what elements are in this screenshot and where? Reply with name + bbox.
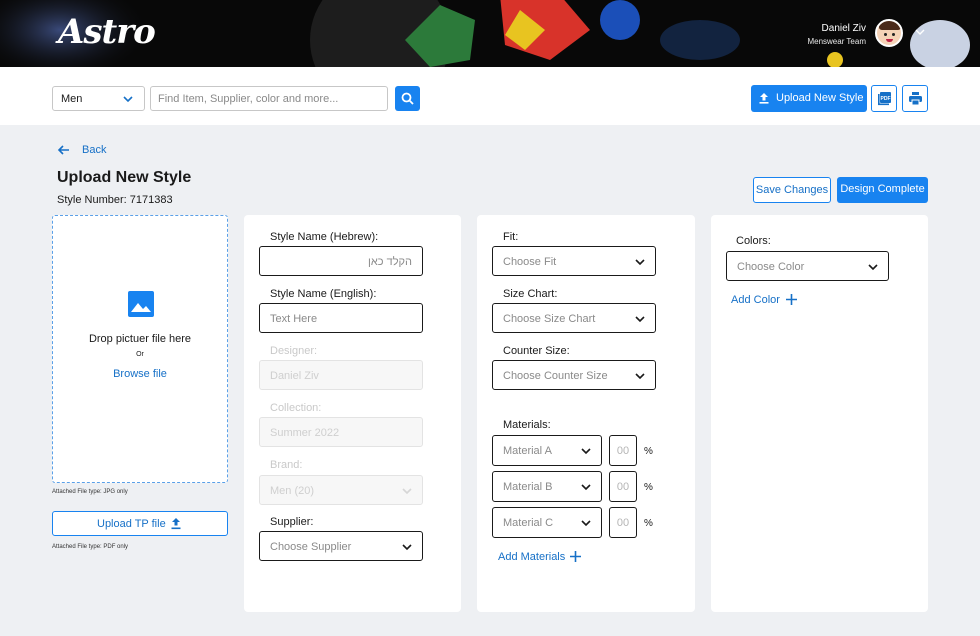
save-changes-button[interactable]: Save Changes: [753, 177, 831, 203]
page-title: Upload New Style: [57, 169, 192, 186]
chevron-down-icon: [581, 484, 591, 491]
chevron-down-icon: [635, 259, 645, 266]
material-name: Material B: [503, 481, 553, 493]
chevron-down-icon: [123, 96, 133, 103]
gender-select-value: Men: [61, 93, 83, 105]
material-percent-input[interactable]: 00: [609, 507, 637, 538]
material-name: Material A: [503, 445, 552, 457]
avatar[interactable]: [875, 19, 903, 47]
upload-new-style-label: Upload New Style: [776, 92, 864, 104]
design-complete-button[interactable]: Design Complete: [837, 177, 928, 203]
or-text: Or: [136, 351, 144, 358]
size-chart-select[interactable]: Choose Size Chart: [492, 303, 656, 333]
collection-label: Collection:: [270, 402, 322, 414]
percent-symbol: %: [644, 482, 653, 493]
color-placeholder: Choose Color: [737, 261, 805, 273]
image-dropzone[interactable]: Drop pictuer file here Or Browse file: [52, 215, 228, 483]
drop-text: Drop pictuer file here: [88, 333, 192, 345]
user-team: Menswear Team: [807, 37, 866, 46]
add-color-label: Add Color: [731, 294, 780, 306]
user-info: Daniel Ziv Menswear Team: [807, 23, 866, 46]
gender-select[interactable]: Men: [52, 86, 145, 111]
upload-tp-button[interactable]: Upload TP file: [52, 511, 228, 536]
counter-size-select[interactable]: Choose Counter Size: [492, 360, 656, 390]
size-chart-placeholder: Choose Size Chart: [503, 313, 596, 325]
pdf-button[interactable]: PDF: [871, 85, 897, 112]
material-percent-input[interactable]: 00: [609, 471, 637, 502]
chevron-down-icon: [402, 544, 412, 551]
style-name-english-field[interactable]: Text Here: [259, 303, 423, 333]
style-details-card: Style Name (Hebrew): הקלד כאן Style Name…: [244, 215, 461, 612]
search-button[interactable]: [395, 86, 420, 111]
plus-icon: [786, 294, 797, 305]
print-button[interactable]: [902, 85, 928, 112]
collection-field: Summer 2022: [259, 417, 423, 447]
supplier-placeholder: Choose Supplier: [270, 541, 352, 553]
arrow-left-icon: [57, 145, 69, 155]
upload-icon: [171, 518, 181, 530]
materials-label: Materials:: [503, 419, 551, 431]
fit-placeholder: Choose Fit: [503, 256, 557, 268]
brand-select: Men (20): [259, 475, 423, 505]
add-color-link[interactable]: Add Color: [731, 294, 797, 306]
image-icon: [128, 291, 154, 317]
toolbar: Men Find Item, Supplier, color and more.…: [0, 67, 980, 125]
chevron-down-icon: [635, 316, 645, 323]
image-filetype-note: Attached File type: JPG only: [52, 489, 128, 495]
chevron-down-icon: [581, 520, 591, 527]
fit-select[interactable]: Choose Fit: [492, 246, 656, 276]
supplier-select[interactable]: Choose Supplier: [259, 531, 423, 561]
brand-label: Brand:: [270, 459, 303, 471]
browse-file-link[interactable]: Browse file: [53, 368, 227, 380]
chevron-down-icon: [868, 264, 878, 271]
material-percent-input[interactable]: 00: [609, 435, 637, 466]
material-name: Material C: [503, 517, 554, 529]
designer-label: Designer:: [270, 345, 318, 357]
search-icon: [401, 92, 414, 105]
user-name: Daniel Ziv: [821, 23, 866, 34]
plus-icon: [570, 551, 581, 562]
header-banner: Astro Daniel Ziv Menswear Team: [0, 0, 980, 67]
svg-text:PDF: PDF: [881, 96, 891, 102]
tp-filetype-note: Attached File type: PDF only: [52, 544, 129, 550]
upload-new-style-button[interactable]: Upload New Style: [751, 85, 867, 112]
chevron-down-icon[interactable]: [915, 27, 925, 37]
print-icon: [909, 92, 922, 106]
search-input[interactable]: Find Item, Supplier, color and more...: [150, 86, 388, 111]
style-name-english-label: Style Name (English):: [270, 288, 377, 300]
upload-tp-label: Upload TP file: [97, 518, 166, 530]
fit-materials-card: Fit: Choose Fit Size Chart: Choose Size …: [477, 215, 695, 612]
percent-symbol: %: [644, 446, 653, 457]
colors-card: Colors: Choose Color Add Color: [711, 215, 928, 612]
back-label: Back: [82, 144, 107, 156]
style-name-hebrew-field[interactable]: הקלד כאן: [259, 246, 423, 276]
size-chart-label: Size Chart:: [503, 288, 558, 300]
material-select[interactable]: Material A: [492, 435, 602, 466]
brand-logo[interactable]: Astro: [58, 12, 156, 52]
designer-field: Daniel Ziv: [259, 360, 423, 390]
supplier-label: Supplier:: [270, 516, 314, 528]
brand-value: Men (20): [270, 485, 315, 497]
material-select[interactable]: Material C: [492, 507, 602, 538]
add-materials-label: Add Materials: [498, 551, 566, 563]
style-name-hebrew-label: Style Name (Hebrew):: [270, 231, 379, 243]
chevron-down-icon: [635, 373, 645, 380]
chevron-down-icon: [402, 488, 412, 495]
pdf-icon: PDF: [878, 92, 891, 106]
percent-symbol: %: [644, 518, 653, 529]
fit-label: Fit:: [503, 231, 519, 243]
add-materials-link[interactable]: Add Materials: [498, 551, 581, 563]
colors-label: Colors:: [736, 235, 771, 247]
counter-size-placeholder: Choose Counter Size: [503, 370, 608, 382]
material-select[interactable]: Material B: [492, 471, 602, 502]
upload-icon: [759, 93, 769, 104]
style-number: Style Number: 7171383: [57, 194, 173, 206]
chevron-down-icon: [581, 448, 591, 455]
counter-size-label: Counter Size:: [503, 345, 570, 357]
color-select[interactable]: Choose Color: [726, 251, 889, 281]
